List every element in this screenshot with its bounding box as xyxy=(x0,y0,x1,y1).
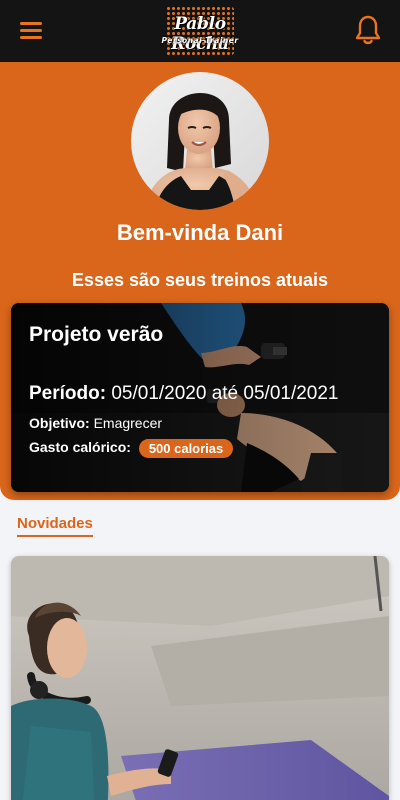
period-row: Período: 05/01/2020 até 05/01/2021 xyxy=(29,383,339,405)
calories-badge: 500 calorias xyxy=(138,439,234,458)
calories-row: Gasto calórico: 500 calorias xyxy=(29,439,234,458)
brand-logo: Pablo Rocha Personal Trainer xyxy=(146,4,254,58)
workout-card[interactable]: Projeto verão Período: 05/01/2020 até 05… xyxy=(11,303,389,492)
objective-label: Objetivo: xyxy=(29,415,90,431)
logo-subtitle: Personal Trainer xyxy=(161,36,239,45)
news-card[interactable] xyxy=(11,556,389,800)
logo-title: Pablo Rocha xyxy=(171,14,229,54)
top-app-bar: Pablo Rocha Personal Trainer xyxy=(0,0,400,62)
calories-label: Gasto calórico: xyxy=(29,439,131,456)
hamburger-menu-icon[interactable] xyxy=(20,21,42,39)
bell-icon[interactable] xyxy=(353,14,383,46)
period-value: 05/01/2020 até 05/01/2021 xyxy=(111,383,339,404)
period-label: Período: xyxy=(29,383,107,404)
news-section-title: Novidades xyxy=(17,515,93,537)
news-card-photo xyxy=(11,556,389,800)
objective-row: Objetivo: Emagrecer xyxy=(29,415,162,431)
objective-value: Emagrecer xyxy=(93,415,163,431)
current-workouts-subtitle: Esses são seus treinos atuais xyxy=(71,270,329,290)
avatar[interactable] xyxy=(131,72,269,210)
workout-title: Projeto verão xyxy=(29,323,164,346)
welcome-text: Bem-vinda Dani xyxy=(116,220,284,245)
